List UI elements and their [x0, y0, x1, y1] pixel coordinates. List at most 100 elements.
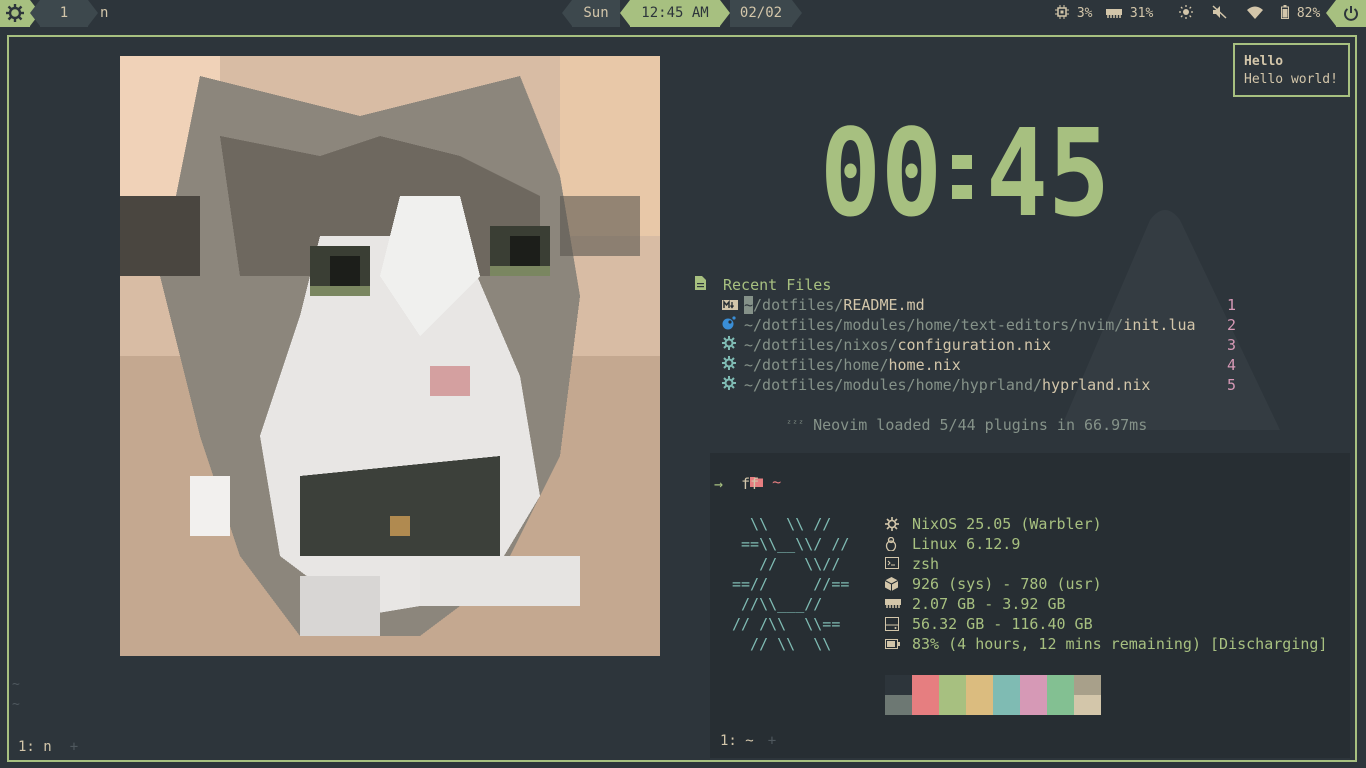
fetch-os: NixOS 25.05 (Warbler) [912, 515, 1102, 533]
linux-icon [885, 536, 897, 555]
file-dir: ~/dotfiles/home/ [744, 356, 889, 374]
neovim-load-status: ᶻᶻᶻ Neovim loaded 5/44 plugins in 66.97m… [786, 416, 1147, 434]
ascii-logo-line: // /\\ \\== [732, 615, 841, 633]
memory-icon [885, 597, 901, 613]
file-shortcut-number: 1 [1227, 296, 1237, 314]
brightness-icon[interactable] [1179, 0, 1193, 27]
notification-title: Hello [1244, 54, 1284, 69]
cursor: ~ [744, 296, 754, 314]
recent-file-item[interactable]: ~/dotfiles/README.md [722, 296, 925, 314]
nixos-gear-icon[interactable] [0, 0, 40, 27]
memory-icon [1106, 9, 1122, 18]
recent-file-item[interactable]: ~/dotfiles/modules/home/text-editors/nvi… [722, 316, 1196, 334]
file-name: init.lua [1123, 316, 1196, 334]
cpu-widget[interactable]: 3% [1055, 0, 1092, 27]
window-title: n [100, 5, 109, 21]
shell-icon [885, 557, 899, 573]
recent-file-item[interactable]: ~/dotfiles/nixos/configuration.nix [722, 336, 1051, 354]
notification-popup[interactable]: Hello Hello world! [1233, 43, 1350, 97]
nvim-statusline-label: 1: n [18, 739, 52, 755]
file-dir: ~/dotfiles/nixos/ [744, 336, 898, 354]
file-shortcut-number: 5 [1227, 376, 1237, 394]
nix-icon [722, 376, 744, 394]
palette-swatch [885, 695, 912, 715]
big-clock: 00 45 [820, 115, 1110, 217]
big-clock-hours: 00 [820, 115, 942, 217]
ascii-logo-line: //\\___// [732, 595, 823, 613]
palette-swatch [912, 695, 939, 715]
file-shortcut-number: 4 [1227, 356, 1237, 374]
cpu-icon [1055, 5, 1069, 19]
new-terminal-tab-button[interactable]: + [768, 733, 776, 749]
empty-line-marker: ~ [12, 677, 20, 692]
palette-swatch [993, 675, 1020, 695]
memory-widget[interactable]: 31% [1106, 0, 1153, 27]
fetch-shell: zsh [912, 555, 940, 573]
fetch-packages: 926 (sys) - 780 (usr) [912, 575, 1102, 593]
file-name: README.md [843, 296, 925, 314]
terminal-statusline: 1: ~ + [720, 733, 776, 749]
palette-swatch [1020, 695, 1047, 715]
terminal-window[interactable]: ~ → ff \\ \\ // ==\\__\\/ // // \\// ==/… [710, 453, 1350, 758]
cat-image [120, 56, 660, 656]
nix-icon [722, 356, 744, 374]
fetch-kernel: Linux 6.12.9 [912, 535, 1021, 553]
recent-file-item[interactable]: ~/dotfiles/home/home.nix [722, 356, 961, 374]
file-shortcut-number: 2 [1227, 316, 1237, 334]
ascii-logo-line: \\ \\ // [732, 515, 832, 533]
fetch-memory: 2.07 GB - 3.92 GB [912, 595, 1066, 613]
palette-swatch [1074, 695, 1101, 715]
palette-swatch [993, 695, 1020, 715]
palette-swatch [885, 675, 912, 695]
lua-icon [722, 316, 744, 334]
prompt-arrow: → [714, 475, 724, 493]
recent-files-title: Recent Files [723, 276, 832, 294]
workspace-button[interactable]: 1 [30, 0, 98, 27]
palette-swatch [912, 675, 939, 695]
memory-value: 31% [1129, 6, 1154, 21]
prompt-command: ff [741, 475, 760, 493]
palette-swatch [1074, 675, 1101, 695]
palette-swatch [1020, 675, 1047, 695]
cwd-text: ~ [772, 473, 782, 491]
markdown-icon [722, 296, 744, 314]
mute-icon[interactable] [1212, 0, 1227, 27]
wifi-icon[interactable] [1247, 0, 1263, 27]
palette-swatch [966, 675, 993, 695]
palette-swatch [1047, 695, 1074, 715]
file-icon [695, 276, 723, 294]
fetch-battery: 83% (4 hours, 12 mins remaining) [Discha… [912, 635, 1328, 653]
date-label: 02/02 [730, 0, 802, 27]
battery-value: 82% [1296, 6, 1321, 21]
nix-icon [722, 336, 744, 354]
battery-icon [885, 637, 900, 653]
sleep-icon: ᶻᶻᶻ [786, 419, 805, 430]
clock-time[interactable]: 12:45 AM [620, 0, 730, 27]
cpu-value: 3% [1076, 6, 1093, 21]
load-status-text: Neovim loaded 5/44 plugins in 66.97ms [813, 416, 1148, 434]
big-clock-minutes: 45 [986, 115, 1110, 217]
file-dir: ~/dotfiles/modules/home/text-editors/nvi… [744, 316, 1124, 334]
nvim-statusline: 1: n + [18, 739, 78, 755]
ascii-logo-line: // \\ \\ [732, 635, 832, 653]
file-dir: ~/dotfiles/modules/home/hyprland/ [744, 376, 1043, 394]
fetch-disk: 56.32 GB - 116.40 GB [912, 615, 1093, 633]
ascii-logo-line: ==// //== [732, 575, 850, 593]
ascii-logo-line: // \\// [732, 555, 841, 573]
terminal-prompt: → ff [714, 475, 759, 493]
recent-file-item[interactable]: ~/dotfiles/modules/home/hyprland/hyprlan… [722, 376, 1150, 394]
battery-icon [1281, 5, 1289, 19]
power-icon[interactable] [1326, 0, 1366, 27]
package-icon [884, 577, 899, 595]
top-bar: 1 n Sun 12:45 AM 02/02 3% 31% 82% [0, 0, 1366, 27]
file-shortcut-number: 3 [1227, 336, 1237, 354]
battery-widget[interactable]: 82% [1281, 0, 1320, 27]
new-tab-button[interactable]: + [70, 739, 78, 755]
palette-swatch [966, 695, 993, 715]
recent-files-header: Recent Files [695, 276, 831, 294]
day-label: Sun [562, 0, 620, 27]
nixos-icon [885, 517, 899, 535]
terminal-statusline-label: 1: ~ [720, 733, 754, 749]
palette-swatch [939, 695, 966, 715]
file-name: configuration.nix [897, 336, 1052, 354]
